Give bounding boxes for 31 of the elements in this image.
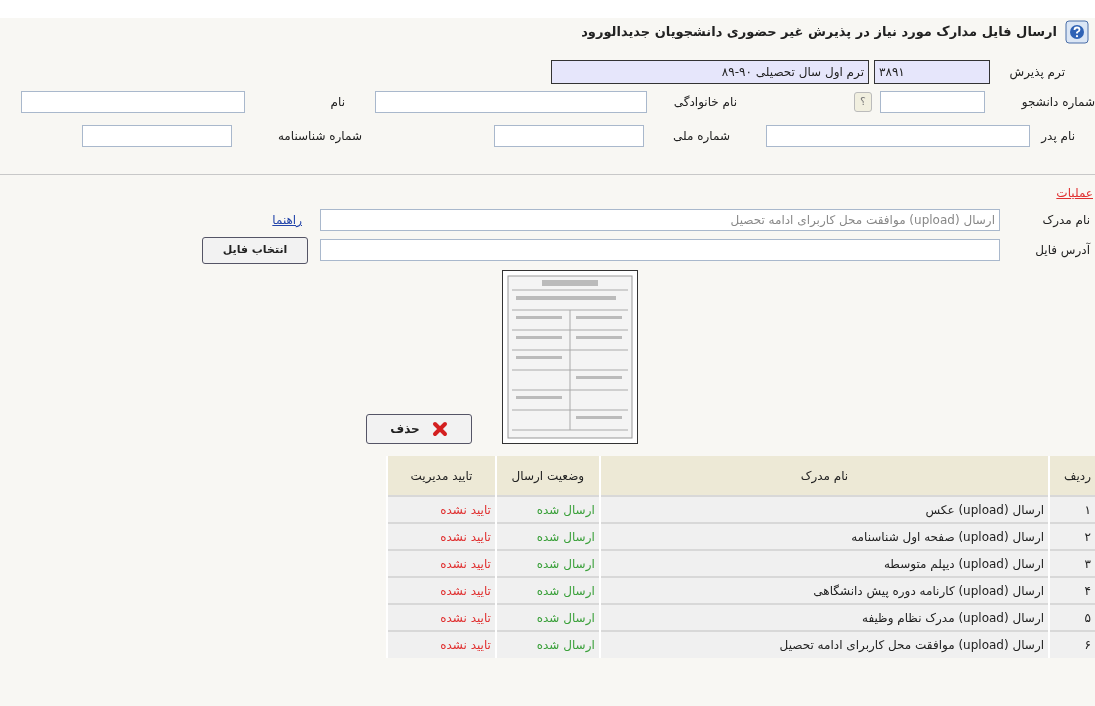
field-label: شماره ملی	[672, 128, 730, 145]
document-name-field[interactable]: ارسال (upload) موافقت محل کاربرای ادامه تحصیل	[320, 209, 1000, 231]
lookup-button[interactable]: ؟	[854, 92, 872, 112]
field-label: نام	[329, 94, 345, 111]
field-label: آدرس فایل	[1034, 241, 1092, 259]
approval-cell: تایید نشده	[387, 631, 496, 658]
term-name-field[interactable]: ترم اول سال تحصیلی ۹۰-۸۹	[551, 60, 869, 84]
row-number-cell: ۶	[1049, 631, 1095, 658]
delete-button[interactable]: حذف	[366, 414, 472, 444]
first-name-field[interactable]	[21, 91, 245, 113]
birth-certificate-field[interactable]	[82, 125, 232, 147]
choose-file-button[interactable]: انتخاب فایل	[202, 236, 308, 264]
section-heading: عملیات	[1056, 186, 1093, 200]
field-label: شماره دانشجو	[1020, 94, 1095, 111]
last-name-field[interactable]	[375, 91, 647, 113]
close-icon	[431, 421, 448, 437]
field-label: نام خانوادگی	[672, 94, 737, 111]
student-number-field[interactable]	[880, 91, 985, 113]
page-title: ارسال فایل مدارک مورد نیاز در پذیرش غیر حضوری دانشجویان جدیدالورود	[581, 23, 1057, 42]
file-path-field[interactable]	[320, 239, 1000, 261]
father-name-field[interactable]	[766, 125, 1030, 147]
guide-link[interactable]: راهنما	[272, 211, 302, 229]
national-id-field[interactable]	[494, 125, 644, 147]
field-label: شماره شناسنامه	[276, 128, 362, 145]
document-name-cell: ارسال (upload) موافقت محل کاربرای ادامه تحصیل	[599, 631, 1050, 658]
field-label: ترم پذیرش	[1008, 64, 1065, 81]
field-label: نام مدرک	[1041, 212, 1091, 229]
send-status-cell: ارسال شده	[495, 631, 600, 658]
term-code-field[interactable]: ۳۸۹۱	[874, 60, 990, 84]
help-icon[interactable]	[1065, 20, 1089, 44]
field-label: نام پدر	[1039, 128, 1076, 145]
